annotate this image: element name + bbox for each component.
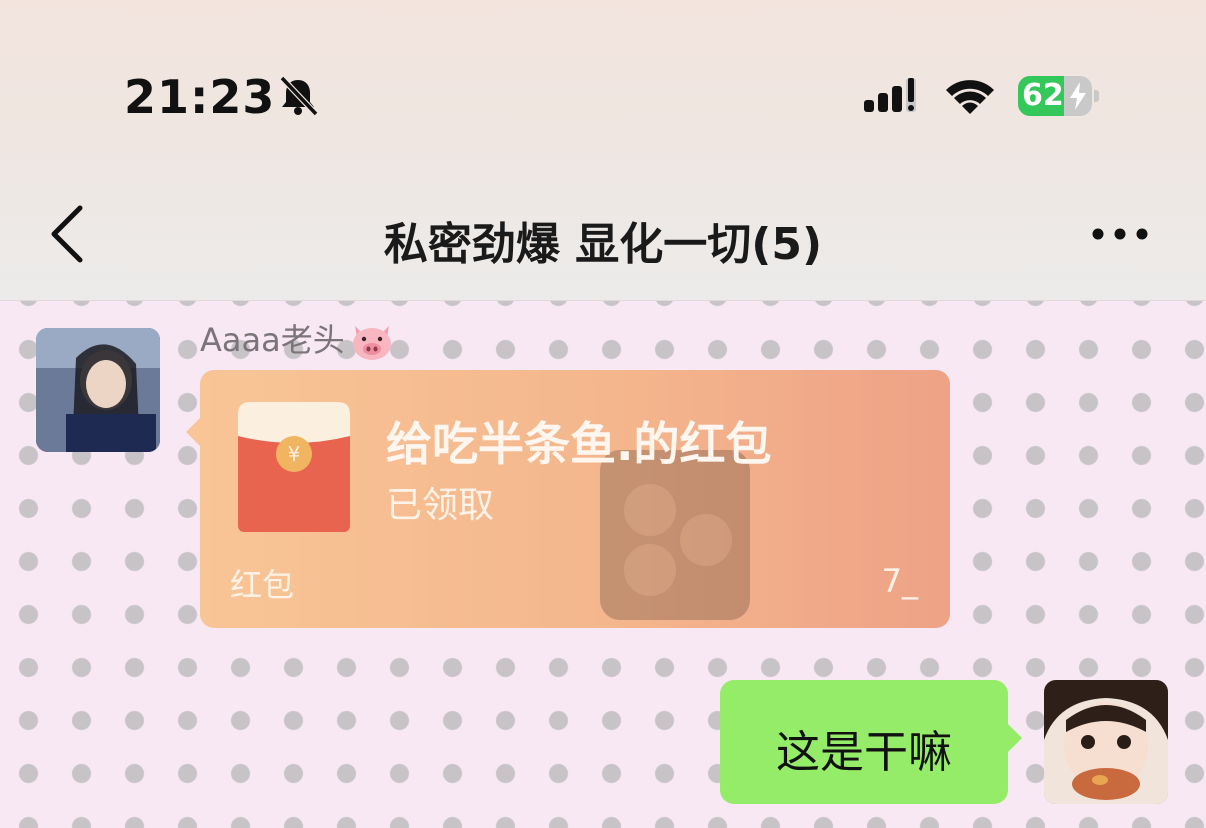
red-packet-status: 已领取 — [386, 485, 495, 526]
battery-indicator: 62 — [1018, 76, 1100, 118]
more-dots-icon[interactable] — [1088, 222, 1152, 246]
wifi-icon — [946, 80, 994, 114]
red-packet-number: 7_ — [881, 562, 918, 600]
svg-text:¥: ¥ — [288, 442, 301, 466]
sender-avatar[interactable] — [36, 328, 160, 452]
battery-level: 62 — [1022, 78, 1064, 113]
red-packet-message[interactable]: ¥ 给吃半条鱼.的红包 已领取 红包 7_ — [186, 370, 950, 628]
my-avatar[interactable] — [1044, 680, 1168, 804]
charging-bolt-icon — [1070, 82, 1086, 110]
chevron-left-icon[interactable] — [46, 204, 86, 264]
pig-face-icon — [352, 326, 391, 360]
my-message-bubble[interactable]: 这是干嘛 — [720, 680, 1022, 804]
avatar-image — [1044, 680, 1168, 804]
sender-name-text: Aaaa老头 — [200, 321, 345, 359]
chat-area[interactable]: Aaaa老头 ¥ 给吃半条鱼.的红包 已领取 红包 7_ 这是干嘛 — [0, 301, 1206, 828]
my-message-text: 这是干嘛 — [776, 727, 952, 778]
sender-name: Aaaa老头 — [200, 315, 395, 362]
red-packet-label: 红包 — [230, 566, 295, 604]
red-packet-icon: ¥ — [238, 402, 350, 532]
top-bar: 21:23 62 私密劲爆 显化一切(5) — [0, 0, 1206, 301]
chat-title: 私密劲爆 显化一切(5) — [383, 219, 823, 270]
status-time: 21:23 — [124, 70, 276, 124]
cellular-signal-icon — [864, 78, 916, 112]
red-packet-title: 给吃半条鱼.的红包 — [386, 417, 772, 471]
avatar-image — [36, 328, 160, 452]
bell-muted-icon — [279, 75, 319, 117]
